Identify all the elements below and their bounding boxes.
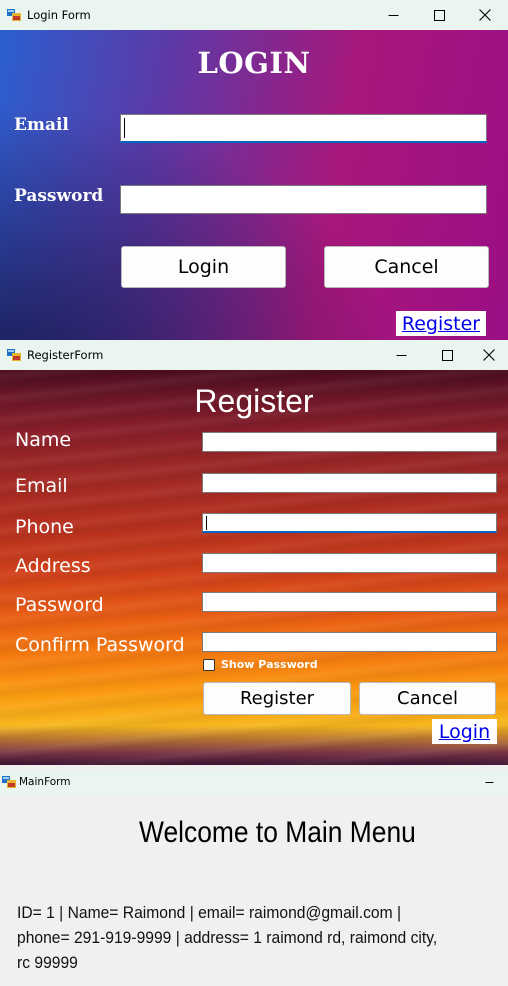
minimize-button[interactable] (370, 0, 416, 30)
minimize-icon (485, 781, 493, 783)
register-button-label: Register (239, 688, 315, 709)
app-icon (2, 776, 16, 788)
password-input[interactable] (202, 592, 497, 612)
cancel-button[interactable]: Cancel (359, 682, 496, 715)
login-form-window: Login Form LOGIN Email Password Login Ca… (0, 0, 508, 340)
login-heading: LOGIN (197, 46, 311, 80)
email-input[interactable] (120, 114, 487, 143)
main-heading: Welcome to Main Menu (139, 816, 416, 849)
minimize-icon (396, 354, 406, 356)
login-titlebar[interactable]: Login Form (0, 0, 508, 30)
register-form-body: Register Name Email Phone Address Passwo… (0, 370, 508, 765)
close-icon (479, 9, 491, 21)
close-icon (483, 349, 495, 361)
login-form-body: LOGIN Email Password Login Cancel Regist… (0, 30, 508, 340)
register-link-text[interactable]: Register (402, 313, 480, 335)
address-input[interactable] (202, 553, 497, 573)
register-titlebar[interactable]: RegisterForm (0, 340, 508, 370)
main-form-window: MainForm Welcome to Main Menu ID= 1 | Na… (0, 770, 508, 986)
maximize-icon (433, 9, 445, 21)
login-button-label: Login (177, 256, 230, 278)
password-label: Password (14, 186, 104, 206)
confirm-password-label: Confirm Password (15, 634, 185, 656)
minimize-icon (388, 14, 398, 16)
text-caret (206, 516, 207, 530)
minimize-button[interactable] (378, 340, 424, 370)
cancel-button-label: Cancel (397, 688, 458, 709)
app-icon (7, 9, 21, 21)
password-input[interactable] (120, 185, 487, 214)
name-input[interactable] (202, 432, 497, 452)
email-input[interactable] (202, 473, 497, 493)
name-label: Name (15, 429, 72, 451)
maximize-icon (441, 349, 453, 361)
login-link-text[interactable]: Login (439, 721, 490, 743)
password-label: Password (15, 594, 104, 616)
cancel-button[interactable]: Cancel (324, 246, 489, 288)
login-link[interactable]: Login (432, 719, 497, 744)
user-info-label: ID= 1 | Name= Raimond | email= raimond@g… (17, 903, 438, 972)
maximize-button[interactable] (416, 0, 462, 30)
address-label: Address (15, 555, 91, 577)
register-form-window: RegisterForm Register Name Email Phone A… (0, 340, 508, 770)
maximize-button[interactable] (424, 340, 470, 370)
main-titlebar[interactable]: MainForm (0, 770, 508, 794)
text-caret (124, 118, 125, 138)
email-label: Email (15, 475, 68, 497)
window-title: MainForm (19, 776, 71, 788)
register-heading: Register (194, 383, 314, 419)
cancel-button-label: Cancel (374, 256, 439, 278)
window-title: RegisterForm (27, 348, 104, 362)
register-button[interactable]: Register (203, 682, 351, 715)
app-icon (7, 349, 21, 361)
register-link[interactable]: Register (396, 311, 486, 336)
close-button[interactable] (470, 340, 508, 370)
phone-input[interactable] (202, 513, 497, 533)
minimize-button[interactable] (470, 770, 508, 794)
confirm-password-input[interactable] (202, 632, 497, 652)
show-password-label[interactable]: Show Password (221, 658, 318, 671)
window-title: Login Form (27, 8, 91, 22)
show-password-checkbox[interactable] (203, 659, 215, 671)
email-label: Email (14, 115, 69, 135)
close-button[interactable] (462, 0, 508, 30)
phone-label: Phone (15, 516, 74, 538)
login-button[interactable]: Login (121, 246, 286, 288)
